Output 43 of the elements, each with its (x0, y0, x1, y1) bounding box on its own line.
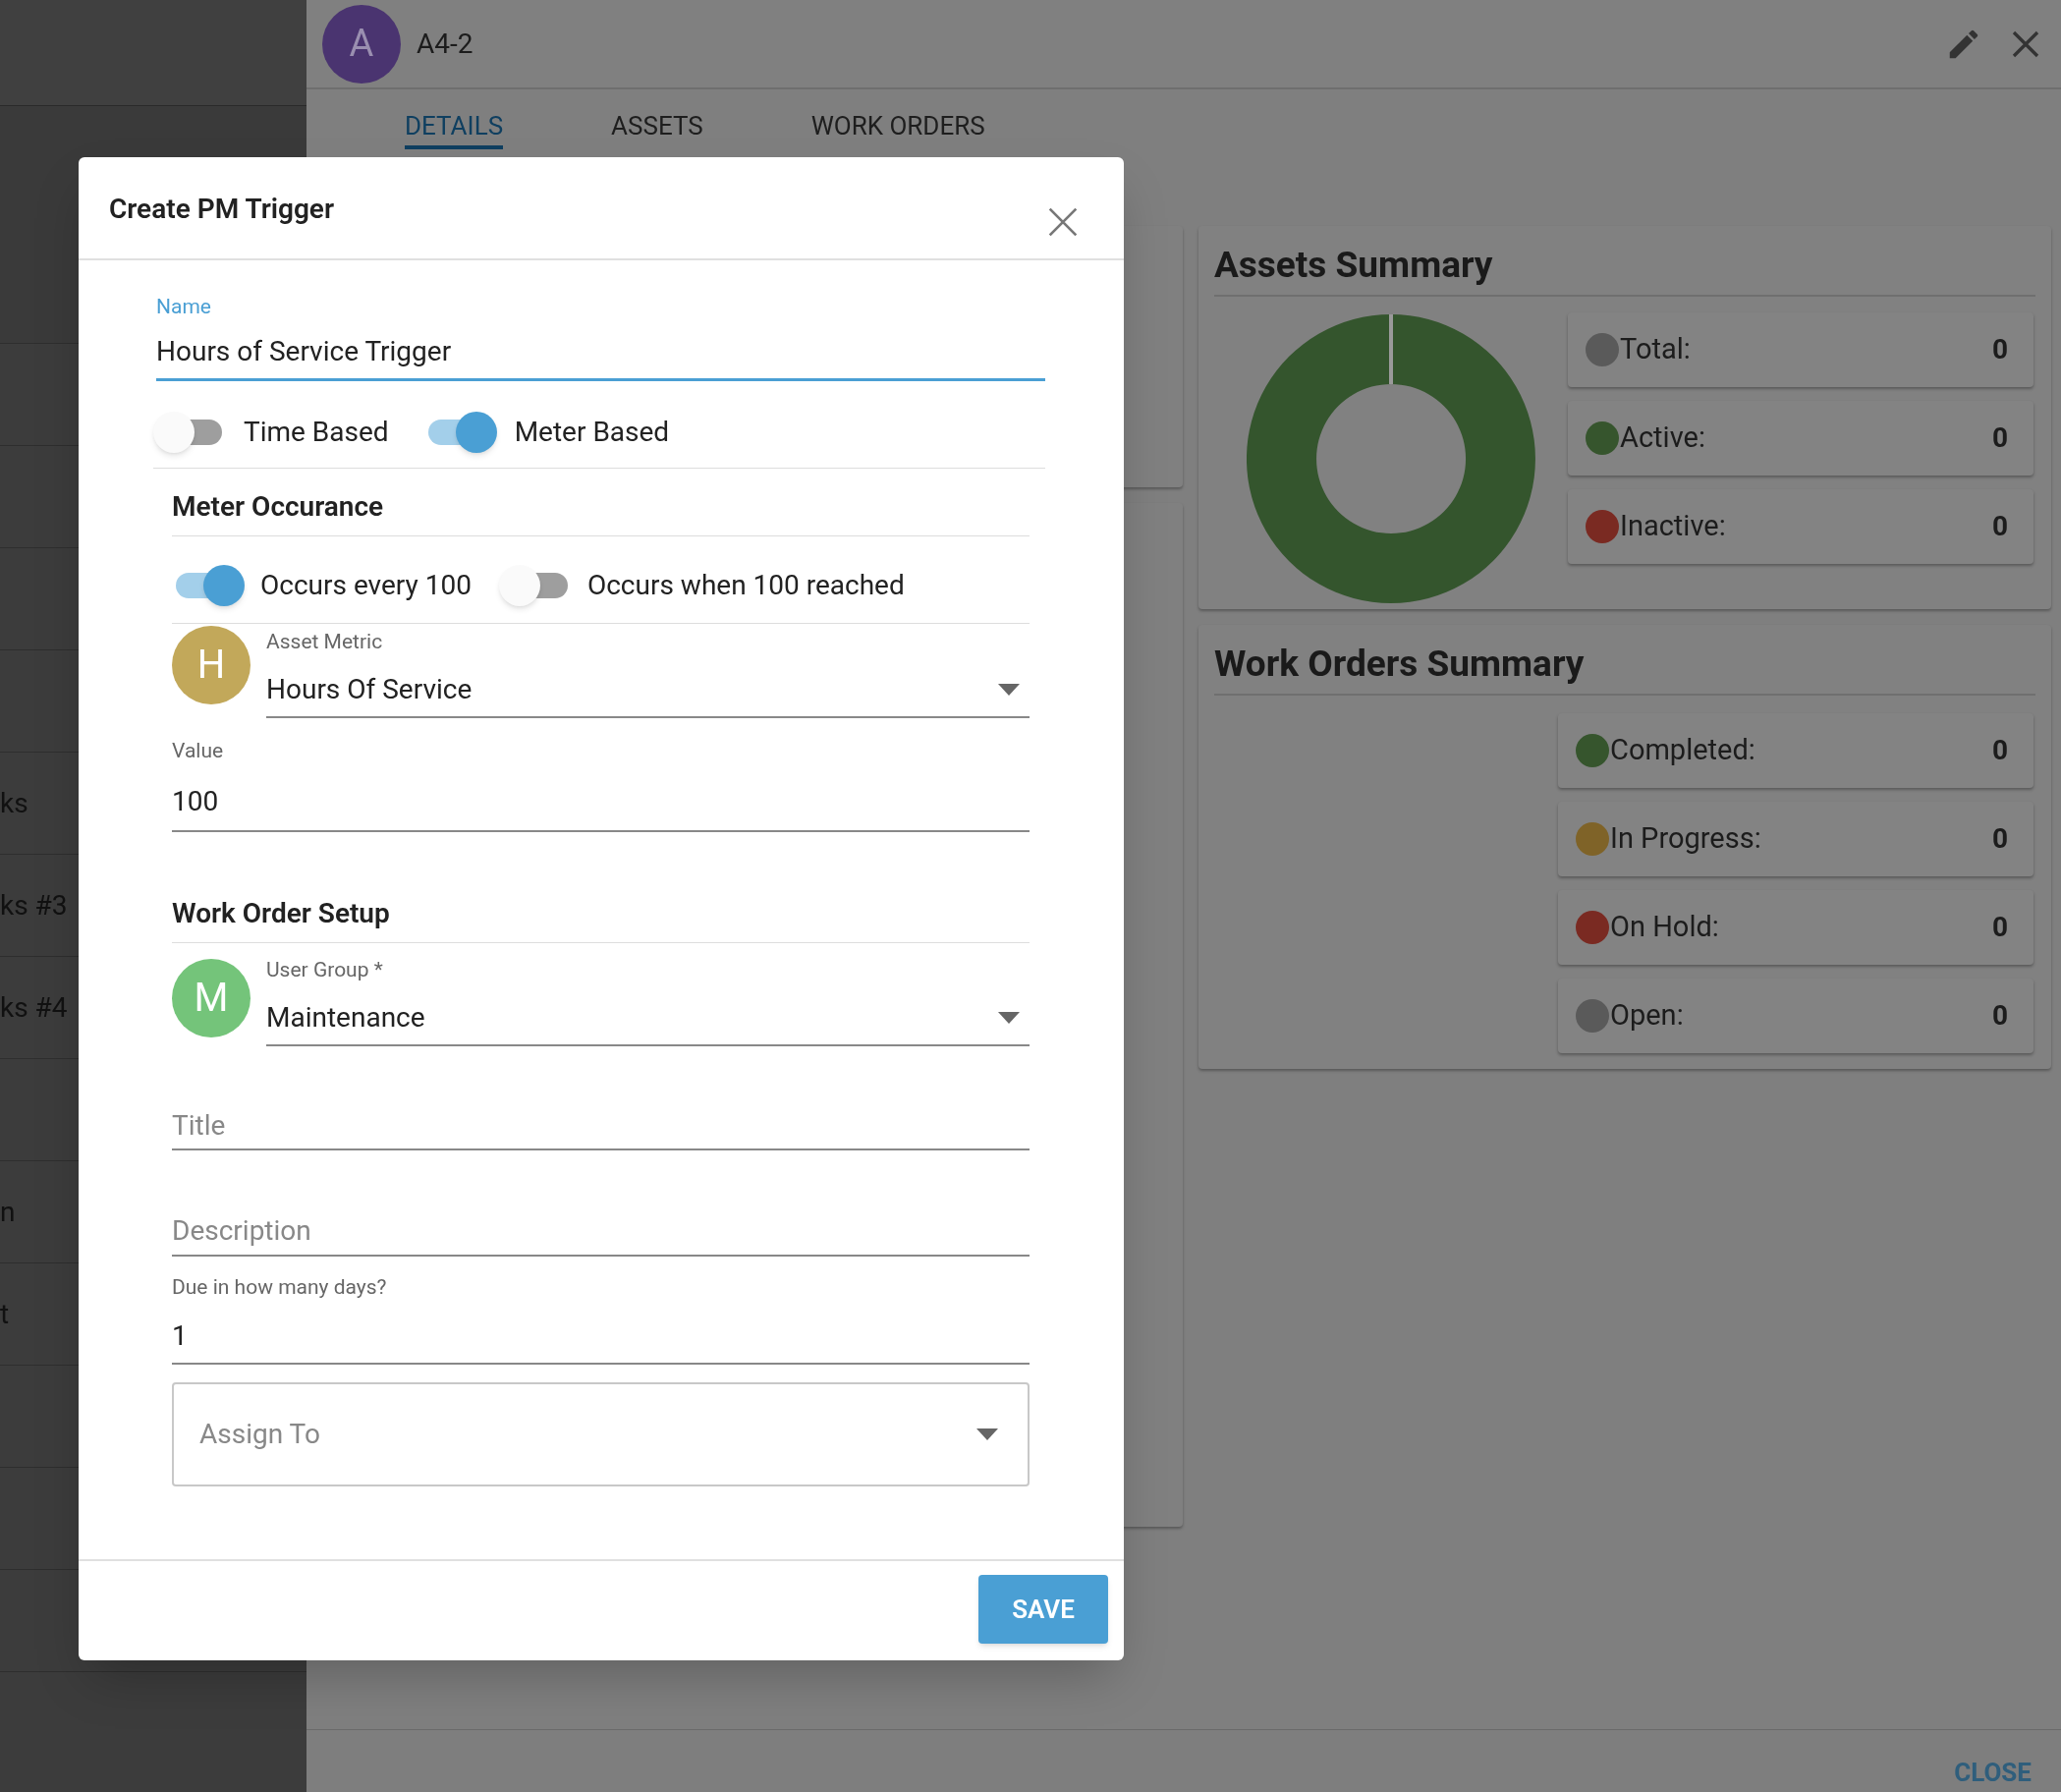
stat-value: 0 (1991, 420, 2008, 456)
user-group-select[interactable]: User Group * Maintenance (266, 954, 1030, 1046)
asset-metric-select[interactable]: Asset Metric Hours Of Service (266, 626, 1030, 718)
caret-icon (998, 1012, 1020, 1024)
toggle-label: Occurs when 100 reached (586, 567, 905, 603)
letter-avatar: H (172, 625, 251, 704)
description-field[interactable]: Description (172, 1205, 1030, 1257)
stat-value: 0 (1991, 732, 2008, 768)
avatar: A (322, 4, 401, 84)
record-title: A4-2 (417, 26, 473, 62)
stat-value: 0 (1991, 909, 2008, 945)
toggle-label: Time Based (244, 414, 389, 450)
stat-label: On Hold: (1610, 908, 1719, 945)
stat-label: In Progress: (1610, 819, 1761, 857)
stat-value: 0 (1991, 820, 2008, 857)
card-title: Work Orders Summary (1214, 637, 2035, 696)
assign-to-select[interactable]: Assign To (172, 1381, 1030, 1486)
due-days-field[interactable]: Due in how many days? 1 (172, 1272, 1030, 1365)
tab[interactable]: ASSETS (611, 107, 703, 145)
tab[interactable]: WORK ORDERS (810, 107, 985, 145)
caret-icon (976, 1428, 998, 1440)
section-heading: Meter Occurance (172, 485, 1030, 536)
stat-value: 0 (1991, 997, 2008, 1034)
stat-label: Open: (1610, 996, 1684, 1034)
title-field[interactable]: Title (172, 1101, 1030, 1150)
value-field[interactable]: Value 100 (172, 736, 1030, 832)
stat-value: 0 (1991, 508, 2008, 544)
letter-avatar: M (172, 958, 251, 1037)
stat-label: Total: (1620, 330, 1691, 367)
stat-label: Active: (1620, 419, 1705, 456)
name-field[interactable]: Name Hours of Service Trigger (156, 292, 1045, 381)
close-icon[interactable] (1047, 206, 1079, 238)
save-button[interactable]: SAVE (978, 1575, 1108, 1644)
section-heading: Work Order Setup (172, 892, 1030, 943)
toggle-label: Meter Based (514, 414, 670, 450)
tab[interactable]: DETAILS (405, 107, 504, 149)
stat-label: Inactive: (1620, 507, 1726, 544)
stat-label: Completed: (1610, 731, 1755, 768)
dialog-title: Create PM Trigger (109, 192, 334, 227)
card-title: Assets Summary (1214, 238, 2035, 297)
stat-value: 0 (1991, 331, 2008, 367)
caret-icon (998, 684, 1020, 696)
toggle-label: Occurs every 100 (260, 567, 472, 603)
